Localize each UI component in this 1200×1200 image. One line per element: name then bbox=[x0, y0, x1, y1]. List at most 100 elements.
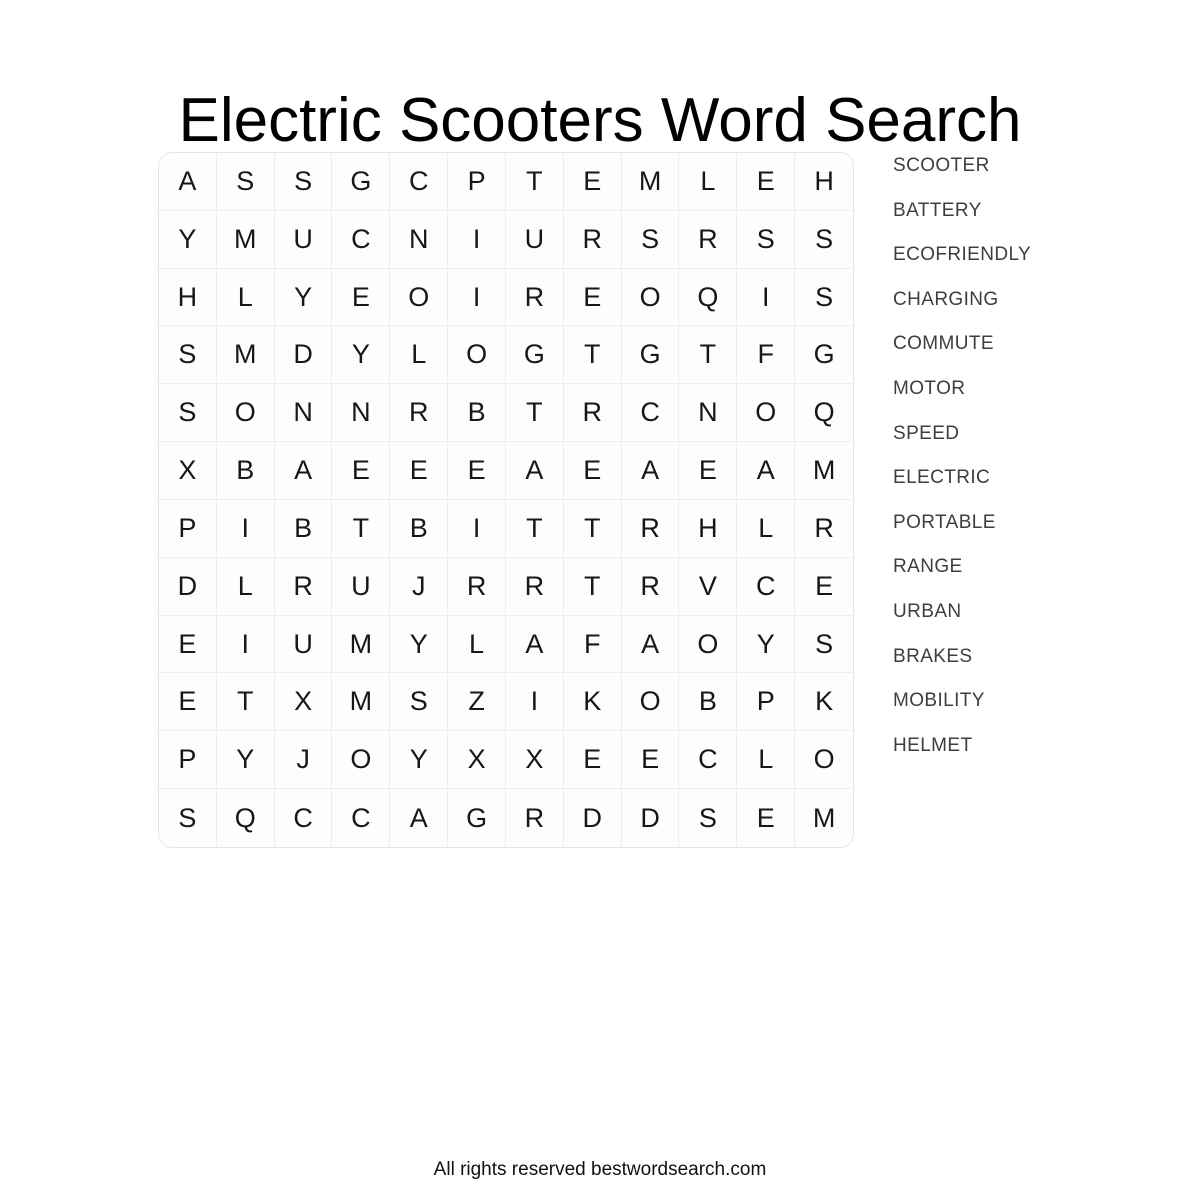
grid-cell[interactable]: H bbox=[159, 268, 217, 327]
grid-cell[interactable]: Z bbox=[448, 673, 506, 732]
grid-cell[interactable]: X bbox=[505, 731, 564, 790]
word-list-item[interactable]: PORTABLE bbox=[893, 513, 1193, 558]
grid-cell[interactable]: S bbox=[679, 789, 738, 847]
grid-cell[interactable]: E bbox=[159, 673, 217, 732]
word-list-item[interactable]: CHARGING bbox=[893, 290, 1193, 335]
grid-cell[interactable]: T bbox=[563, 557, 622, 616]
grid-cell[interactable]: R bbox=[563, 384, 622, 443]
word-list-item[interactable]: SPEED bbox=[893, 424, 1193, 469]
grid-cell[interactable]: K bbox=[795, 673, 853, 732]
grid-cell[interactable]: P bbox=[448, 153, 506, 211]
grid-cell[interactable]: Q bbox=[795, 384, 853, 443]
grid-cell[interactable]: Y bbox=[737, 615, 796, 674]
grid-cell[interactable]: H bbox=[679, 499, 738, 558]
grid-cell[interactable]: L bbox=[448, 615, 506, 674]
word-list-item[interactable]: ECOFRIENDLY bbox=[893, 245, 1193, 290]
word-list-item[interactable]: SCOOTER bbox=[893, 156, 1193, 201]
grid-cell[interactable]: X bbox=[274, 673, 333, 732]
grid-cell[interactable]: H bbox=[795, 153, 853, 211]
word-list-item[interactable]: HELMET bbox=[893, 736, 1193, 781]
grid-cell[interactable]: U bbox=[274, 210, 333, 269]
grid-cell[interactable]: O bbox=[795, 731, 853, 790]
grid-cell[interactable]: R bbox=[621, 557, 680, 616]
grid-cell[interactable]: O bbox=[679, 615, 738, 674]
grid-cell[interactable]: N bbox=[274, 384, 333, 443]
grid-cell[interactable]: P bbox=[159, 731, 217, 790]
grid-cell[interactable]: D bbox=[159, 557, 217, 616]
grid-cell[interactable]: A bbox=[621, 615, 680, 674]
grid-cell[interactable]: O bbox=[737, 384, 796, 443]
grid-cell[interactable]: L bbox=[737, 731, 796, 790]
grid-cell[interactable]: A bbox=[159, 153, 217, 211]
grid-cell[interactable]: A bbox=[274, 442, 333, 500]
grid-cell[interactable]: N bbox=[332, 384, 391, 443]
grid-cell[interactable]: E bbox=[448, 442, 506, 500]
grid-cell[interactable]: I bbox=[448, 499, 506, 558]
word-search-grid[interactable]: ASSGCPTEMLEHYMUCNIURSRSSHLYEOIREOQISSMDY… bbox=[158, 152, 854, 848]
grid-cell[interactable]: R bbox=[448, 557, 506, 616]
grid-cell[interactable]: G bbox=[621, 326, 680, 385]
grid-cell[interactable]: S bbox=[216, 153, 275, 211]
grid-cell[interactable]: D bbox=[274, 326, 333, 385]
grid-cell[interactable]: Q bbox=[679, 268, 738, 327]
grid-cell[interactable]: N bbox=[390, 210, 449, 269]
word-list-item[interactable]: COMMUTE bbox=[893, 334, 1193, 379]
grid-cell[interactable]: M bbox=[216, 210, 275, 269]
grid-cell[interactable]: E bbox=[332, 268, 391, 327]
grid-cell[interactable]: I bbox=[737, 268, 796, 327]
grid-cell[interactable]: L bbox=[737, 499, 796, 558]
grid-cell[interactable]: D bbox=[621, 789, 680, 847]
grid-cell[interactable]: M bbox=[795, 789, 853, 847]
grid-cell[interactable]: A bbox=[737, 442, 796, 500]
grid-cell[interactable]: E bbox=[737, 153, 796, 211]
word-list-item[interactable]: BATTERY bbox=[893, 201, 1193, 246]
grid-cell[interactable]: L bbox=[390, 326, 449, 385]
grid-cell[interactable]: X bbox=[159, 442, 217, 500]
grid-cell[interactable]: M bbox=[216, 326, 275, 385]
grid-cell[interactable]: E bbox=[563, 442, 622, 500]
grid-cell[interactable]: Y bbox=[390, 731, 449, 790]
grid-cell[interactable]: S bbox=[159, 384, 217, 443]
word-list-item[interactable]: MOTOR bbox=[893, 379, 1193, 424]
grid-cell[interactable]: D bbox=[563, 789, 622, 847]
grid-cell[interactable]: E bbox=[795, 557, 853, 616]
grid-cell[interactable]: M bbox=[332, 615, 391, 674]
grid-cell[interactable]: S bbox=[621, 210, 680, 269]
grid-cell[interactable]: R bbox=[505, 268, 564, 327]
grid-cell[interactable]: Y bbox=[332, 326, 391, 385]
grid-cell[interactable]: R bbox=[563, 210, 622, 269]
grid-cell[interactable]: T bbox=[505, 384, 564, 443]
grid-cell[interactable]: I bbox=[216, 615, 275, 674]
grid-cell[interactable]: G bbox=[505, 326, 564, 385]
grid-cell[interactable]: R bbox=[505, 789, 564, 847]
grid-cell[interactable]: F bbox=[737, 326, 796, 385]
grid-cell[interactable]: O bbox=[332, 731, 391, 790]
grid-cell[interactable]: S bbox=[795, 615, 853, 674]
grid-cell[interactable]: L bbox=[216, 557, 275, 616]
grid-cell[interactable]: O bbox=[621, 673, 680, 732]
word-list-item[interactable]: ELECTRIC bbox=[893, 468, 1193, 513]
grid-cell[interactable]: R bbox=[390, 384, 449, 443]
grid-cell[interactable]: R bbox=[274, 557, 333, 616]
grid-cell[interactable]: P bbox=[737, 673, 796, 732]
grid-cell[interactable]: T bbox=[679, 326, 738, 385]
grid-cell[interactable]: C bbox=[332, 210, 391, 269]
grid-cell[interactable]: S bbox=[159, 789, 217, 847]
grid-cell[interactable]: E bbox=[332, 442, 391, 500]
grid-cell[interactable]: O bbox=[448, 326, 506, 385]
grid-cell[interactable]: R bbox=[621, 499, 680, 558]
grid-cell[interactable]: Y bbox=[274, 268, 333, 327]
grid-cell[interactable]: U bbox=[332, 557, 391, 616]
grid-cell[interactable]: C bbox=[621, 384, 680, 443]
grid-cell[interactable]: E bbox=[563, 731, 622, 790]
grid-cell[interactable]: E bbox=[563, 153, 622, 211]
word-list-item[interactable]: BRAKES bbox=[893, 647, 1193, 692]
grid-cell[interactable]: A bbox=[505, 442, 564, 500]
grid-cell[interactable]: U bbox=[274, 615, 333, 674]
grid-cell[interactable]: X bbox=[448, 731, 506, 790]
grid-cell[interactable]: Q bbox=[216, 789, 275, 847]
grid-cell[interactable]: I bbox=[216, 499, 275, 558]
grid-cell[interactable]: S bbox=[274, 153, 333, 211]
grid-cell[interactable]: F bbox=[563, 615, 622, 674]
grid-cell[interactable]: C bbox=[332, 789, 391, 847]
